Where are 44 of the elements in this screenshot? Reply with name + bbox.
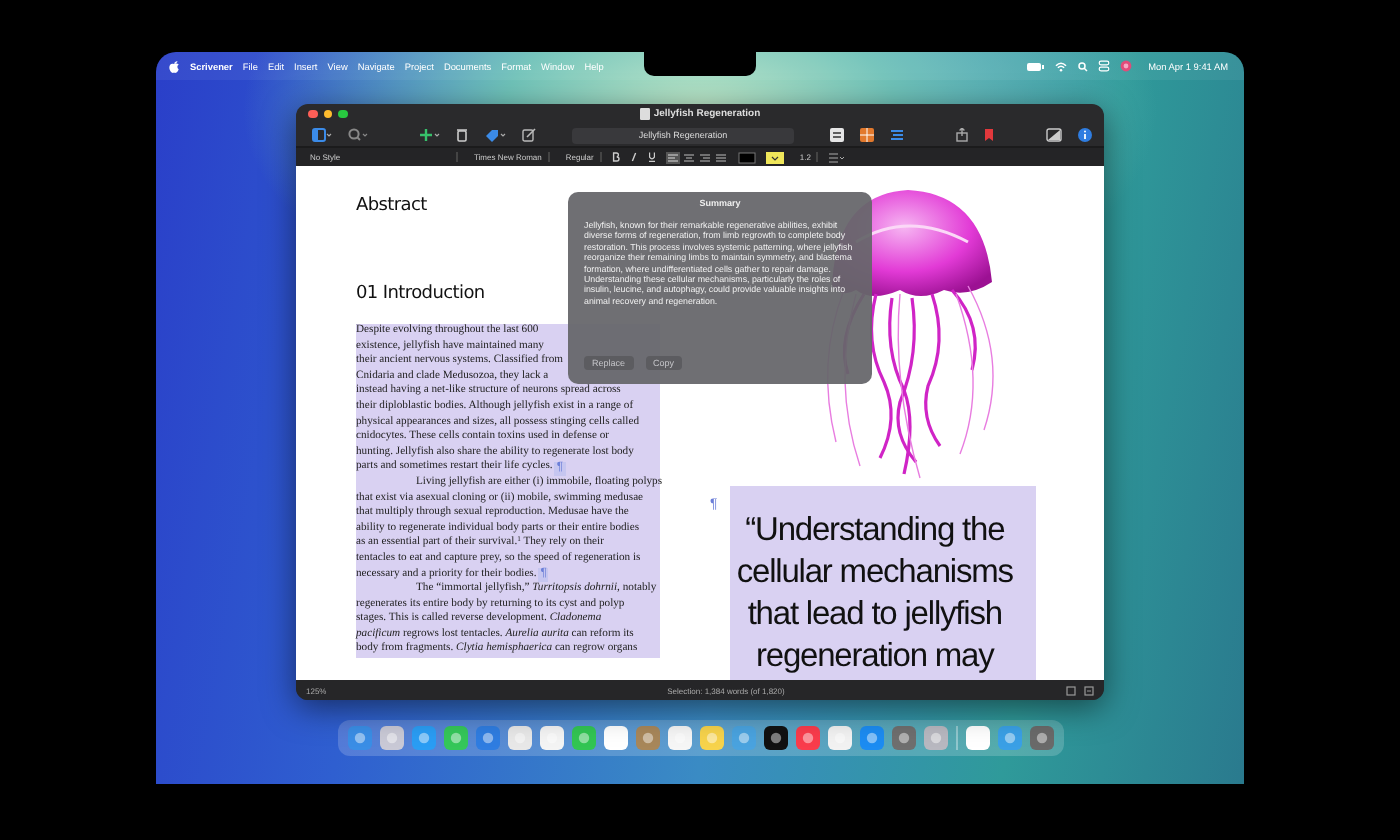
compose-icon[interactable] [522,128,536,142]
bookmark-icon[interactable] [984,128,994,142]
italic-icon[interactable] [629,152,638,162]
control-center-icon[interactable] [1098,60,1111,72]
info-icon[interactable] [1078,128,1092,142]
justify-icon[interactable] [713,151,728,163]
align-right-icon[interactable] [697,151,712,163]
align-center-icon[interactable] [681,151,696,163]
highlight-color-swatch[interactable] [765,151,784,163]
dock-app-icon[interactable] [763,726,787,750]
dock-app-icon[interactable] [507,726,531,750]
bold-icon[interactable] [611,152,620,162]
dock-app-icon[interactable] [379,726,403,750]
outline-icon[interactable] [890,128,904,142]
trash-icon[interactable] [456,128,468,142]
siri-icon[interactable] [1120,60,1133,72]
comment-icon[interactable] [1084,685,1094,695]
search-icon[interactable] [1078,61,1089,71]
zoom-button[interactable] [338,109,347,119]
inspector-icon[interactable] [1046,128,1062,142]
grid-icon[interactable] [860,128,874,142]
sidebar-icon[interactable] [312,128,332,142]
dock-app-icon[interactable] [603,726,627,750]
corkboard-icon[interactable] [830,128,844,142]
camera-notch [644,52,756,76]
wifi-icon[interactable] [1054,61,1069,71]
section-heading: 01 Introduction [356,284,485,306]
pull-quote: “Understanding the cellular mechanisms that lead to jellyfish regeneration may [734,510,1015,678]
search-icon[interactable] [348,128,368,142]
document-icon [639,108,650,120]
add-icon[interactable] [420,128,440,142]
tag-icon[interactable] [484,128,506,142]
target-icon[interactable] [1066,685,1076,695]
align-left-icon[interactable] [665,151,680,163]
apple-logo-icon[interactable] [168,59,180,73]
close-button[interactable] [308,109,317,119]
minimize-button[interactable] [323,109,332,119]
share-icon[interactable] [956,128,968,142]
section-heading: Abstract [356,196,427,218]
battery-icon[interactable] [1026,61,1045,71]
dock-app-icon[interactable] [667,726,691,750]
text-color-swatch[interactable] [737,151,756,163]
underline-icon[interactable] [647,152,656,162]
dock-app-icon[interactable] [539,726,563,750]
